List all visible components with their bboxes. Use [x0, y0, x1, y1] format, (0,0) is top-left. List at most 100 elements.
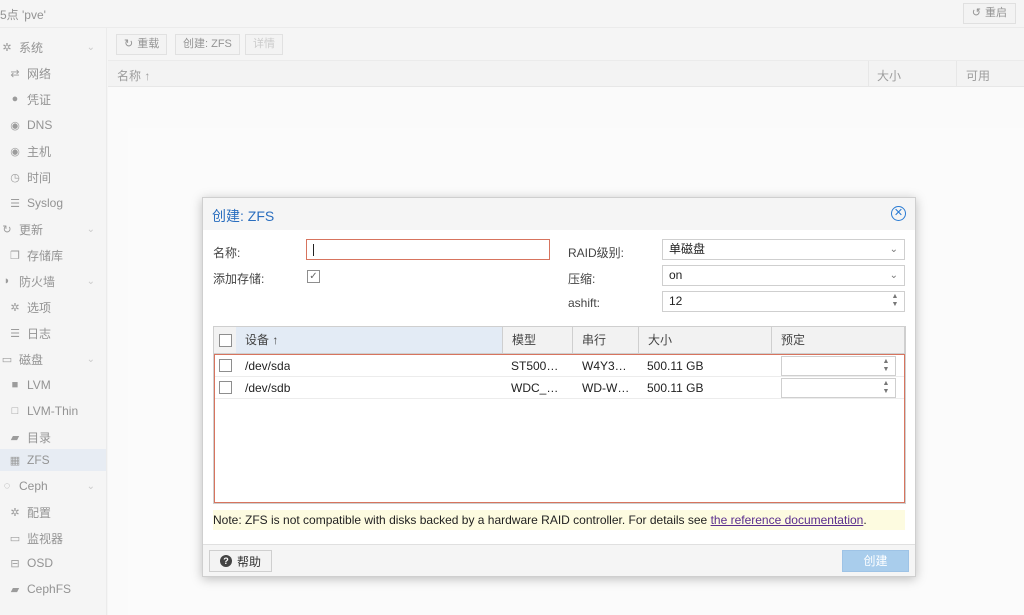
- sidebar-item-repositories[interactable]: ❐ 存储库: [0, 244, 106, 266]
- disk-grid-body: /dev/sda ST500… W4Y3… 500.11 GB ▲ ▼ /dev/…: [214, 354, 905, 503]
- monitor-icon: ▭: [9, 532, 21, 545]
- reference-documentation-link[interactable]: the reference documentation: [711, 513, 864, 527]
- dialog-header: 创建: ZFS ✕: [203, 198, 915, 230]
- compression-label: 压缩:: [568, 272, 596, 286]
- chevron-down-icon: ⌄: [86, 41, 95, 53]
- table-row[interactable]: /dev/sda ST500… W4Y3… 500.11 GB ▲ ▼: [215, 355, 904, 377]
- table-row[interactable]: /dev/sdb WDC_… WD-W… 500.11 GB ▲ ▼: [215, 377, 904, 399]
- cell-size: 500.11 GB: [647, 359, 704, 373]
- reload-button[interactable]: ↻ 重载: [116, 34, 168, 55]
- add-storage-checkbox[interactable]: ✓: [307, 270, 320, 283]
- clock-icon: ◷: [10, 171, 20, 184]
- dialog-footer: ? 帮助 创建: [203, 544, 915, 576]
- sidebar-item-time[interactable]: ◷ 时间: [0, 166, 106, 188]
- reboot-button[interactable]: ↺ 重启: [962, 3, 1016, 24]
- column-order[interactable]: 预定: [772, 327, 905, 353]
- sidebar-item-monitor[interactable]: ▭ 监视器: [0, 527, 106, 549]
- cell-serial: WD-W…: [582, 381, 630, 395]
- name-input[interactable]: [306, 239, 550, 260]
- sidebar-item-syslog[interactable]: ☰ Syslog: [0, 192, 106, 214]
- sidebar-item-updates[interactable]: ↻ 更新 ⌄: [0, 218, 106, 240]
- detail-button[interactable]: 详情: [245, 34, 283, 55]
- column-free[interactable]: 可用: [966, 67, 990, 84]
- disk-selection-grid: 设备 ↑ 模型 串行 大小 预定 /dev/sda ST500… W4Y3… 5…: [213, 326, 906, 504]
- chevron-down-icon: ⌄: [889, 270, 898, 281]
- cell-device: /dev/sda: [245, 359, 291, 373]
- column-serial[interactable]: 串行: [573, 327, 639, 353]
- refresh-icon: ↻: [124, 38, 134, 50]
- column-divider: [956, 61, 957, 87]
- sidebar-item-certificates[interactable]: ● 凭证: [0, 88, 106, 110]
- sidebar-item-dns[interactable]: ◉ DNS: [0, 114, 106, 136]
- column-size[interactable]: 大小: [877, 67, 901, 84]
- folder-icon: ▰: [10, 431, 20, 444]
- disk-grid-header: 设备 ↑ 模型 串行 大小 预定: [214, 327, 905, 354]
- square-outline-icon: □: [11, 405, 19, 417]
- row-checkbox[interactable]: [219, 359, 232, 372]
- node-title: 5点 'pve': [0, 8, 46, 22]
- question-icon: ?: [220, 555, 232, 567]
- hdd-icon: ⊟: [10, 557, 20, 570]
- spinner-arrows-icon[interactable]: ▲ ▼: [890, 293, 900, 309]
- create-zfs-dialog: 创建: ZFS ✕ 名称: 添加存储: ✓ RAID级别: 单磁盘 ⌄ 压缩: …: [202, 197, 916, 577]
- spinner-arrows-icon[interactable]: ▲ ▼: [881, 358, 891, 374]
- compression-select[interactable]: on ⌄: [662, 265, 905, 286]
- gear-icon: ✲: [2, 41, 12, 54]
- chevron-down-icon: ⌄: [889, 244, 898, 255]
- sidebar-item-osd[interactable]: ⊟ OSD: [0, 552, 106, 574]
- sidebar-item-lvm-thin[interactable]: □ LVM-Thin: [0, 400, 106, 422]
- create-button[interactable]: 创建: [842, 550, 909, 572]
- cell-serial: W4Y3…: [582, 359, 627, 373]
- row-checkbox[interactable]: [219, 381, 232, 394]
- refresh-icon: ↻: [2, 223, 12, 236]
- column-model[interactable]: 模型: [503, 327, 573, 353]
- cell-size: 500.11 GB: [647, 381, 704, 395]
- disk-icon: ▭: [1, 353, 13, 366]
- certificate-icon: ●: [11, 93, 19, 105]
- create-zfs-button[interactable]: 创建: ZFS: [175, 34, 240, 55]
- sidebar-item-cephfs[interactable]: ▰ CephFS: [0, 578, 106, 600]
- chevron-down-icon: ⌄: [86, 223, 95, 235]
- shield-icon: ◗: [3, 275, 11, 287]
- note-text: Note: ZFS is not compatible with disks b…: [213, 513, 711, 527]
- note-end: .: [863, 513, 867, 527]
- sidebar-item-zfs[interactable]: ▦ ZFS: [0, 449, 106, 471]
- sidebar-item-options[interactable]: ✲ 选项: [0, 296, 106, 318]
- gear-icon: ✲: [10, 506, 20, 519]
- sidebar-item-directory[interactable]: ▰ 目录: [0, 426, 106, 448]
- sidebar-item-disks[interactable]: ▭ 磁盘 ⌄: [0, 348, 106, 370]
- column-size[interactable]: 大小: [639, 327, 772, 353]
- folder-icon: ▰: [10, 583, 20, 596]
- column-name[interactable]: 名称 ↑: [117, 67, 150, 84]
- close-icon[interactable]: ✕: [891, 206, 906, 221]
- ashift-spinner[interactable]: 12 ▲ ▼: [662, 291, 905, 312]
- dialog-title: 创建: ZFS: [212, 208, 275, 224]
- globe-icon: ◉: [10, 119, 20, 132]
- undo-icon: ↺: [971, 7, 981, 19]
- sidebar-item-ceph[interactable]: ◌ Ceph ⌄: [0, 475, 106, 497]
- globe-icon: ◉: [10, 145, 20, 158]
- name-label: 名称:: [213, 246, 241, 260]
- column-device[interactable]: 设备 ↑: [236, 327, 503, 353]
- order-spinner[interactable]: ▲ ▼: [781, 356, 896, 376]
- help-button[interactable]: ? 帮助: [209, 550, 273, 572]
- ceph-icon: ◌: [3, 480, 11, 492]
- zfs-raid-note: Note: ZFS is not compatible with disks b…: [213, 510, 905, 530]
- cell-model: ST500…: [511, 359, 559, 373]
- sidebar-item-lvm[interactable]: ■ LVM: [0, 374, 106, 396]
- sidebar-item-network[interactable]: ⇄ 网络: [0, 62, 106, 84]
- order-spinner[interactable]: ▲ ▼: [781, 378, 896, 398]
- raid-level-select[interactable]: 单磁盘 ⌄: [662, 239, 905, 260]
- sidebar-item-system[interactable]: ✲ 系统 ⌄: [0, 36, 106, 58]
- sidebar-item-log[interactable]: ☰ 日志: [0, 322, 106, 344]
- sidebar-item-hosts[interactable]: ◉ 主机: [0, 140, 106, 162]
- files-icon: ❐: [10, 249, 20, 262]
- chevron-down-icon: ⌄: [86, 275, 95, 287]
- toolbar: ↻ 重载 创建: ZFS 详情: [108, 28, 1024, 61]
- gear-icon: ✲: [10, 301, 20, 314]
- spinner-arrows-icon[interactable]: ▲ ▼: [881, 380, 891, 396]
- sidebar-item-firewall[interactable]: ◗ 防火墙 ⌄: [0, 270, 106, 292]
- sidebar: ✲ 系统 ⌄ ⇄ 网络 ● 凭证 ◉ DNS ◉ 主机 ◷ 时间 ☰ Syslog ↻ 更新 ⌄ ❐…: [0, 28, 107, 615]
- select-all-checkbox[interactable]: [219, 334, 232, 347]
- sidebar-item-config[interactable]: ✲ 配置: [0, 501, 106, 523]
